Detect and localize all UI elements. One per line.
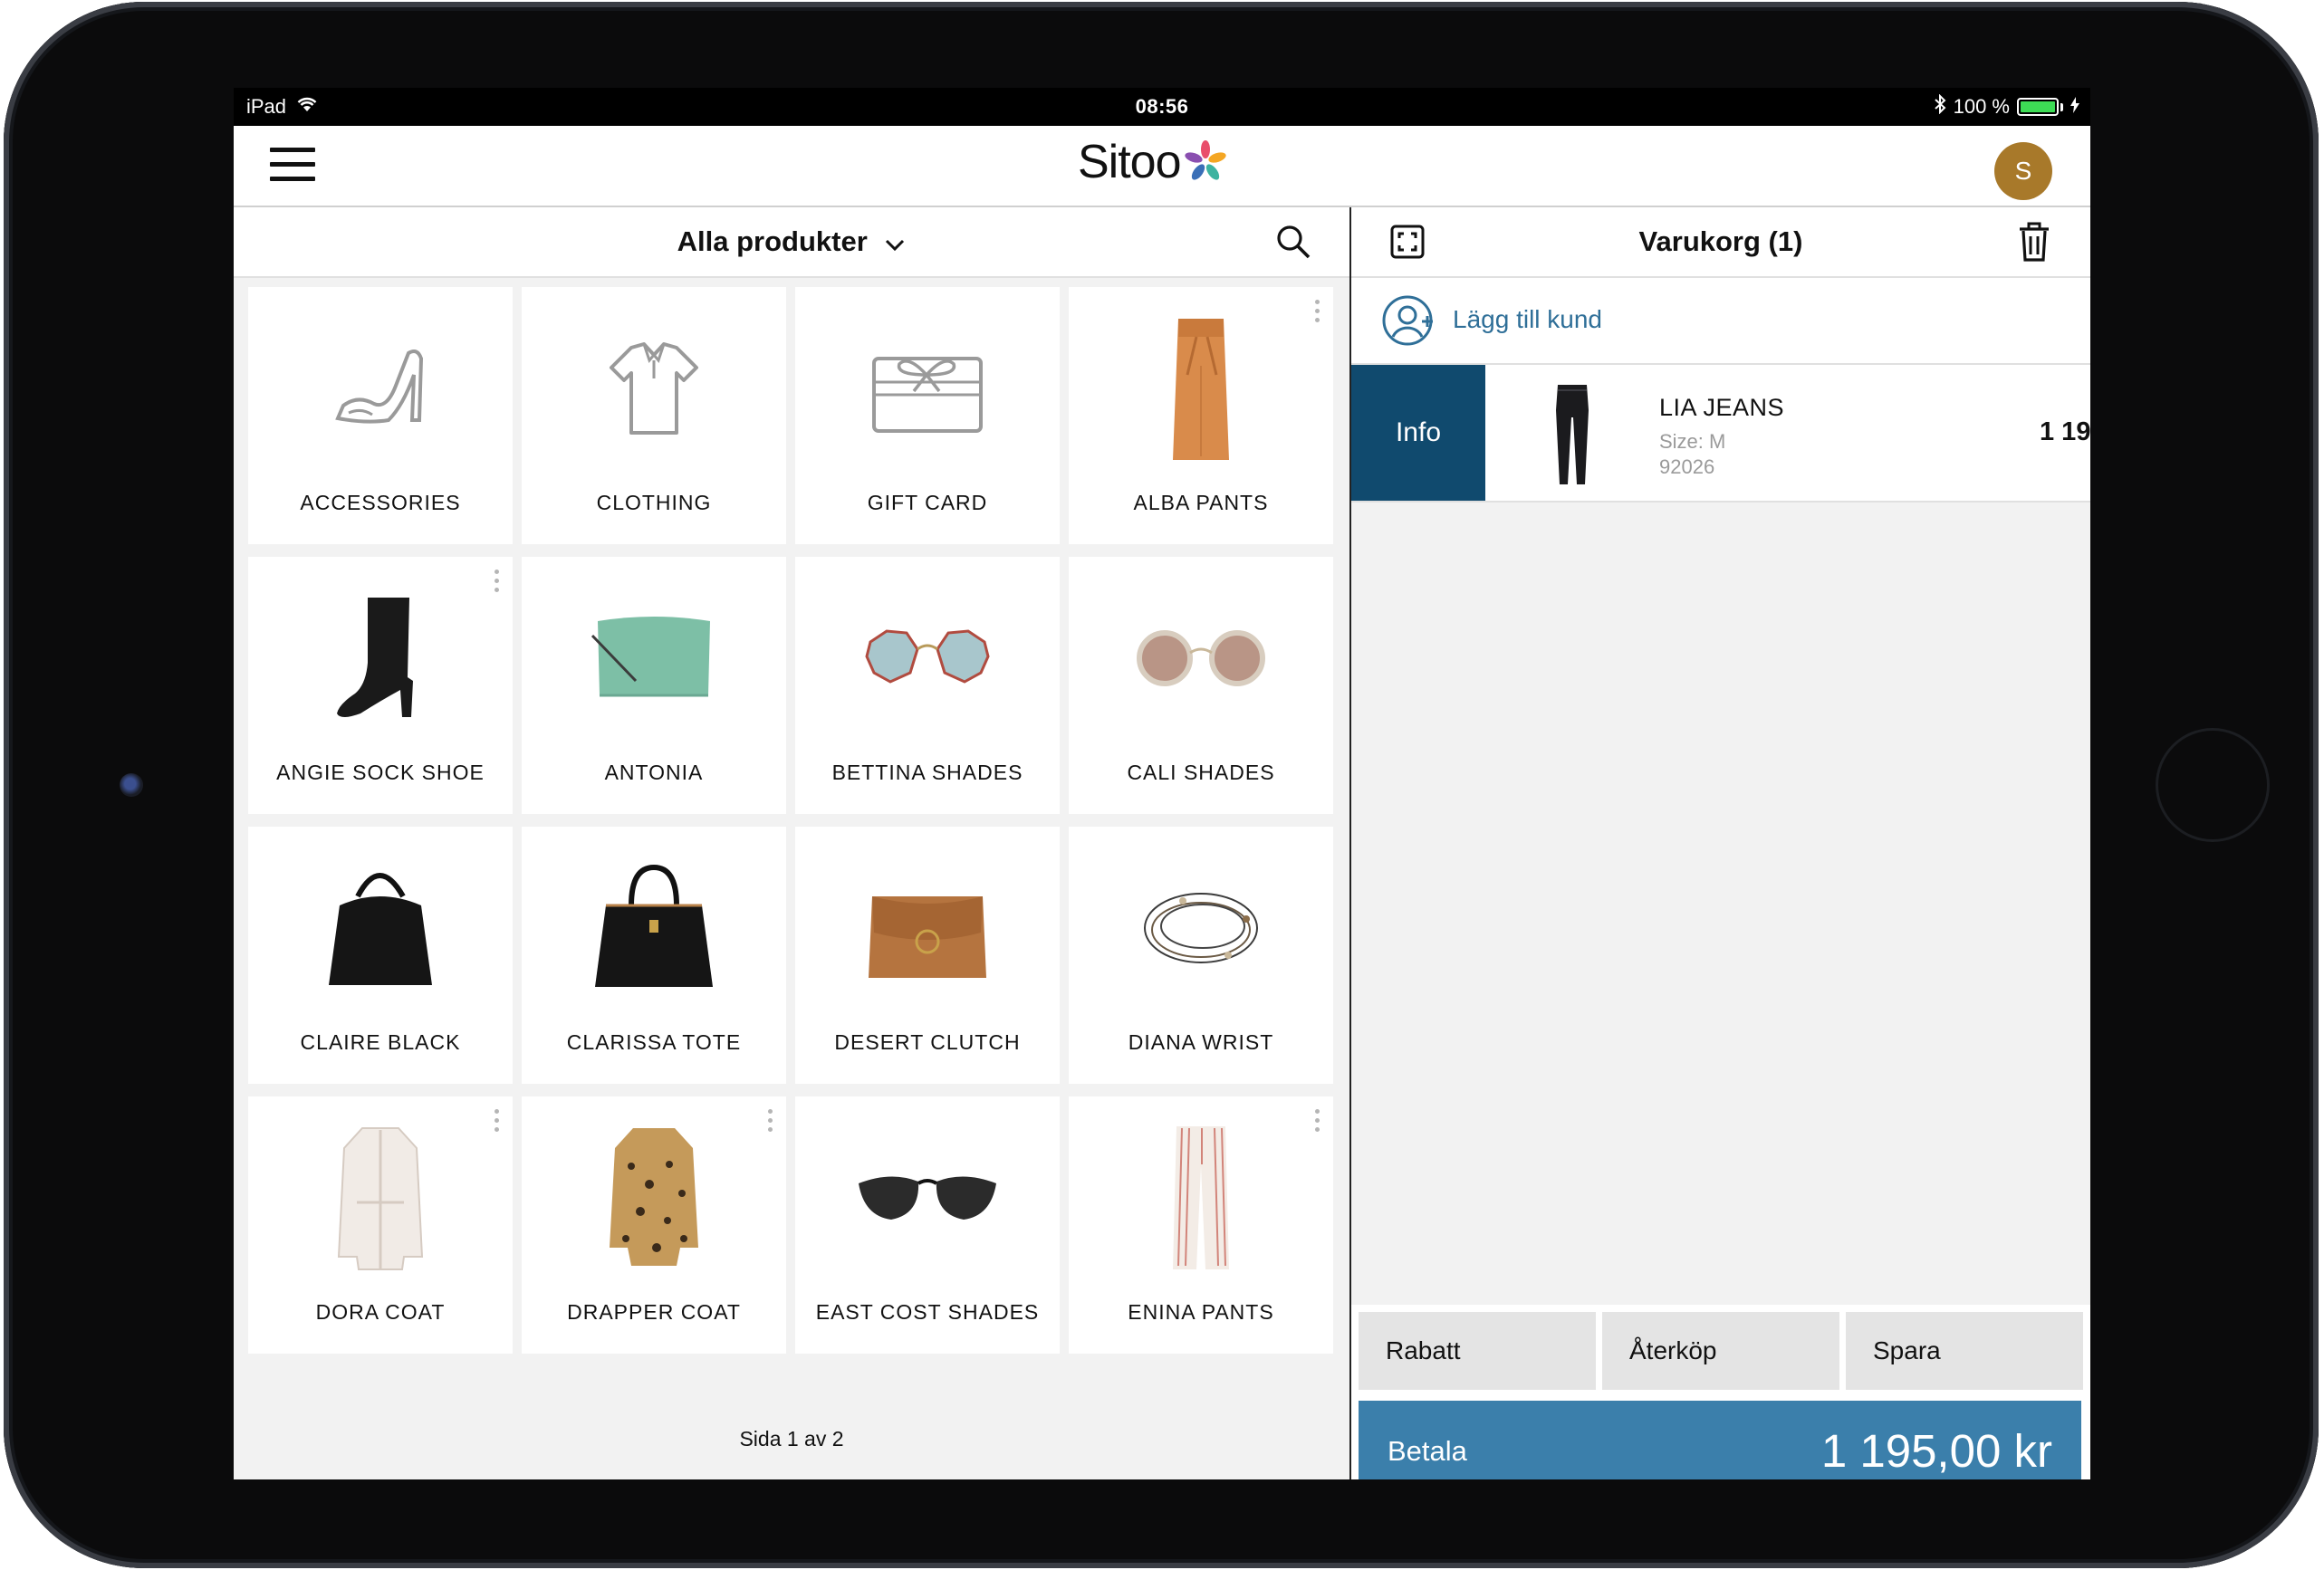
gift-card-icon: [795, 298, 1060, 479]
product-tile[interactable]: CLARISSA TOTE: [522, 827, 786, 1084]
add-user-icon: [1382, 294, 1438, 351]
cart-header: Varukorg (1): [1351, 207, 2090, 278]
status-time: 08:56: [1135, 95, 1189, 118]
product-tile-label: DIANA WRIST: [1128, 1030, 1274, 1054]
product-tile-label: ALBA PANTS: [1133, 491, 1269, 514]
more-options-icon[interactable]: [768, 1109, 773, 1132]
logo-flower-icon: [1184, 140, 1226, 180]
line-product-name: LIA JEANS: [1659, 394, 1785, 421]
product-tile[interactable]: ANTONIA: [522, 557, 786, 814]
cart-line[interactable]: Info LIA JEANS Size: M 92026 1 19: [1351, 365, 2090, 503]
more-options-icon[interactable]: [495, 1109, 500, 1132]
product-image: [795, 838, 1060, 1019]
line-size: Size: M: [1659, 430, 1726, 453]
pay-label: Betala: [1388, 1435, 1467, 1467]
product-image: [795, 1107, 1060, 1288]
product-image: [522, 1107, 786, 1288]
product-grid: ACCESSORIES CLOTHING GIFT CARD ALBA PANTS AN…: [248, 287, 1335, 1354]
product-tile-label: CLAIRE BLACK: [300, 1030, 461, 1054]
screen: iPad 08:56 100 % Sitoo S Alla produkter …: [234, 88, 2090, 1479]
product-tile-label: GIFT CARD: [867, 491, 988, 514]
cart-actions: Rabatt Återköp Spara Betala 1 195,00 kr: [1351, 1305, 2090, 1479]
add-customer-button[interactable]: Lägg till kund: [1351, 278, 2090, 365]
battery-percent: 100 %: [1953, 95, 2010, 118]
product-image: [1069, 298, 1333, 479]
product-tile-label: ACCESSORIES: [300, 491, 461, 514]
shirt-outline-icon: [522, 298, 786, 479]
home-button[interactable]: [2156, 728, 2270, 842]
product-tile-label: ANTONIA: [604, 761, 704, 784]
product-tile[interactable]: GIFT CARD: [795, 287, 1060, 544]
product-tile-label: DORA COAT: [315, 1300, 446, 1324]
product-image: [248, 838, 513, 1019]
product-tile[interactable]: ENINA PANTS: [1069, 1096, 1333, 1354]
product-image: [1069, 568, 1333, 749]
product-tile[interactable]: CLAIRE BLACK: [248, 827, 513, 1084]
save-button[interactable]: Spara: [1846, 1312, 2083, 1390]
product-tile-label: CLOTHING: [596, 491, 712, 514]
pagination: Sida 1 av 2: [739, 1427, 844, 1450]
search-icon[interactable]: [1275, 224, 1311, 260]
product-tile[interactable]: CLOTHING: [522, 287, 786, 544]
category-dropdown[interactable]: Alla produkter: [234, 225, 1349, 260]
product-tile[interactable]: CALI SHADES: [1069, 557, 1333, 814]
more-options-icon[interactable]: [495, 570, 500, 592]
product-tile[interactable]: BETTINA SHADES: [795, 557, 1060, 814]
pay-button[interactable]: Betala 1 195,00 kr: [1359, 1401, 2081, 1479]
trash-icon[interactable]: [2016, 220, 2052, 263]
product-tile[interactable]: DORA COAT: [248, 1096, 513, 1354]
product-tile-label: BETTINA SHADES: [831, 761, 1023, 784]
product-tile-label: DESERT CLUTCH: [834, 1030, 1021, 1054]
line-info-button[interactable]: Info: [1351, 365, 1485, 501]
product-tile[interactable]: ACCESSORIES: [248, 287, 513, 544]
app-header: Sitoo S: [234, 126, 2090, 207]
product-tile-label: ENINA PANTS: [1128, 1300, 1274, 1324]
product-tile[interactable]: EAST COST SHADES: [795, 1096, 1060, 1354]
hamburger-menu-icon[interactable]: [270, 148, 315, 182]
shoe-outline-icon: [248, 298, 513, 479]
product-image: [248, 1107, 513, 1288]
user-avatar[interactable]: S: [1994, 142, 2052, 200]
product-tile[interactable]: DIANA WRIST: [1069, 827, 1333, 1084]
product-tile[interactable]: DRAPPER COAT: [522, 1096, 786, 1354]
battery-icon: [2017, 98, 2059, 116]
discount-button[interactable]: Rabatt: [1359, 1312, 1596, 1390]
cart-title: Varukorg (1): [1638, 225, 1803, 257]
bluetooth-icon: [1934, 93, 1946, 120]
product-image: [795, 568, 1060, 749]
product-image: [248, 568, 513, 749]
product-tile-label: DRAPPER COAT: [567, 1300, 741, 1324]
product-tile[interactable]: DESERT CLUTCH: [795, 827, 1060, 1084]
product-image: [1069, 838, 1333, 1019]
product-image: [1069, 1107, 1333, 1288]
product-image: [522, 568, 786, 749]
product-tile-label: EAST COST SHADES: [815, 1300, 1040, 1324]
chevron-down-icon: [884, 227, 906, 260]
jeans-thumbnail: [1552, 383, 1592, 491]
product-tile[interactable]: ALBA PANTS: [1069, 287, 1333, 544]
category-bar: Alla produkter: [234, 207, 1349, 278]
status-bar: iPad 08:56 100 %: [234, 88, 2090, 126]
charging-icon: [2070, 95, 2079, 119]
front-camera: [120, 773, 143, 797]
sitoo-logo: Sitoo: [1078, 135, 1230, 189]
line-sku: 92026: [1659, 455, 1715, 478]
product-image: [522, 838, 786, 1019]
product-panel: Alla produkter ACCESSORIES CLOTHING GIFT C…: [234, 207, 1349, 1479]
line-price: 1 19: [2040, 417, 2090, 446]
more-options-icon[interactable]: [1315, 1109, 1320, 1132]
add-customer-label: Lägg till kund: [1453, 305, 1603, 333]
cart-panel: Varukorg (1) Lägg till kund Info LIA JEA…: [1351, 207, 2090, 1479]
more-options-icon[interactable]: [1315, 300, 1320, 322]
refund-button[interactable]: Återköp: [1602, 1312, 1839, 1390]
pay-amount: 1 195,00 kr: [1820, 1425, 2052, 1477]
product-tile[interactable]: ANGIE SOCK SHOE: [248, 557, 513, 814]
product-tile-label: CALI SHADES: [1127, 761, 1275, 784]
product-tile-label: CLARISSA TOTE: [566, 1030, 742, 1054]
product-tile-label: ANGIE SOCK SHOE: [276, 761, 485, 784]
